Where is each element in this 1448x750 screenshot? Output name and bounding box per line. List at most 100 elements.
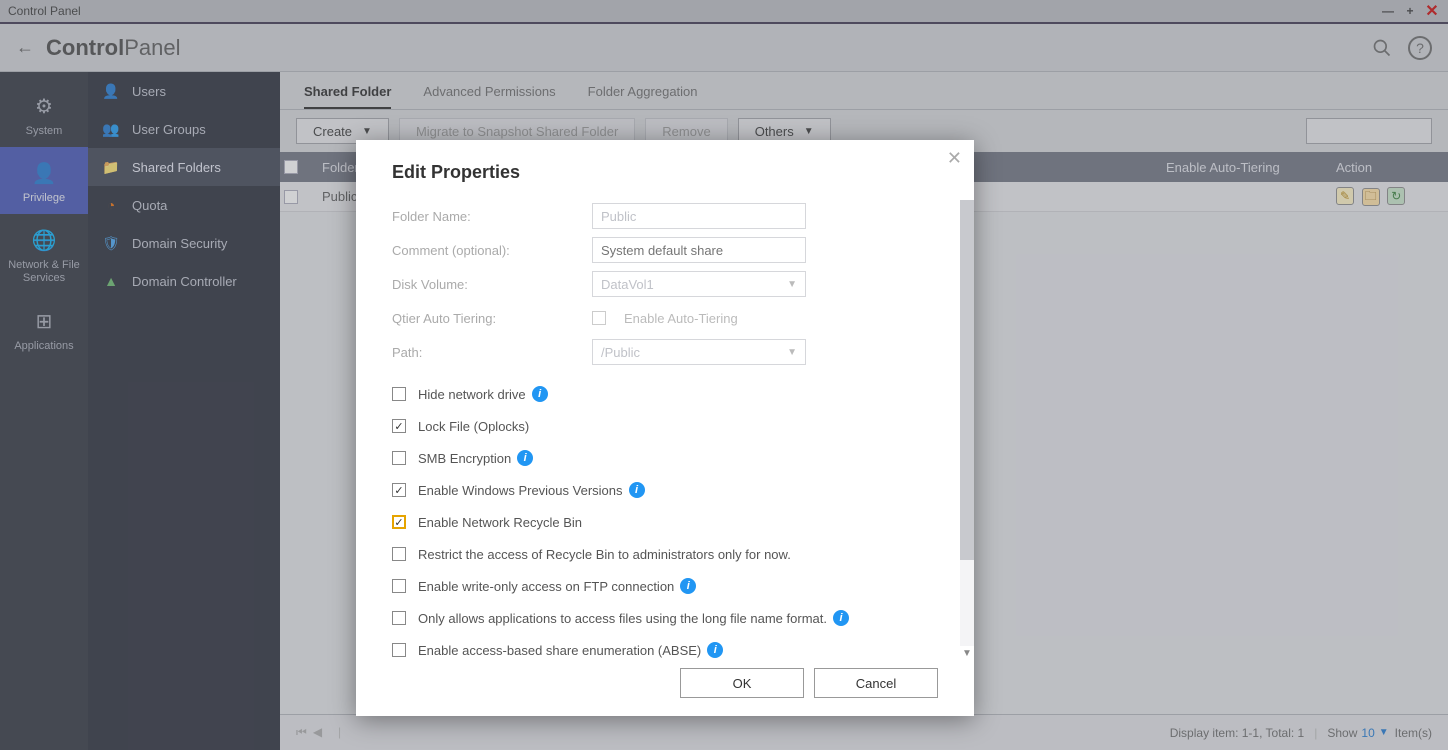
- rail-system[interactable]: ⚙ System: [0, 80, 88, 147]
- disk-volume-select[interactable]: DataVol1 ▼: [592, 271, 806, 297]
- path-select[interactable]: /Public ▼: [592, 339, 806, 365]
- option-checkbox[interactable]: [392, 419, 406, 433]
- close-window-button[interactable]: ✕: [1424, 3, 1440, 19]
- back-arrow-icon[interactable]: ←: [16, 37, 34, 58]
- search-input[interactable]: [1307, 119, 1448, 143]
- dialog-close-icon[interactable]: ✕: [947, 148, 962, 169]
- permissions-icon[interactable]: 🗀: [1362, 188, 1380, 206]
- sidebar-item-label: Users: [132, 84, 166, 99]
- select-all-checkbox[interactable]: [284, 160, 298, 174]
- pager: ⏮ ◀ | Display item: 1-1, Total: 1 | Show…: [280, 714, 1448, 750]
- chevron-down-icon: ▼: [787, 347, 797, 358]
- option-label: SMB Encryption: [418, 451, 511, 466]
- ok-button[interactable]: OK: [680, 668, 804, 698]
- rail-applications[interactable]: ⊞ Applications: [0, 295, 88, 362]
- pager-nav: ⏮ ◀ |: [296, 725, 351, 740]
- pager-first-icon[interactable]: ⏮: [296, 725, 307, 740]
- chevron-down-icon: ▼: [362, 126, 372, 137]
- tab-shared-folder[interactable]: Shared Folder: [304, 84, 391, 109]
- col-header-tiering[interactable]: Enable Auto-Tiering: [1158, 160, 1328, 175]
- enable-tiering-checkbox[interactable]: [592, 311, 606, 325]
- rail-label: Privilege: [23, 192, 65, 204]
- option-label: Only allows applications to access files…: [418, 611, 827, 626]
- option-checkbox[interactable]: [392, 643, 406, 657]
- globe-icon: 🌐: [32, 228, 57, 253]
- sidebar-item-users[interactable]: 👤 Users: [88, 72, 280, 110]
- pager-prev-icon[interactable]: ◀: [313, 725, 322, 740]
- app-header: ← ControlPanel ?: [0, 22, 1448, 72]
- dialog-body: Folder Name: Comment (optional): Disk Vo…: [356, 189, 974, 660]
- info-icon[interactable]: i: [680, 578, 696, 594]
- edit-icon[interactable]: ✎: [1336, 187, 1354, 205]
- header-search-icon[interactable]: [1370, 36, 1394, 60]
- dialog-footer: OK Cancel: [356, 660, 974, 716]
- label-qtier: Qtier Auto Tiering:: [392, 311, 592, 326]
- sidebar-item-domain-controller[interactable]: ▲ Domain Controller: [88, 262, 280, 300]
- row-actions: ✎ 🗀 ↻: [1328, 187, 1448, 207]
- sidebar-item-domain-security[interactable]: 🛡 Domain Security: [88, 224, 280, 262]
- domain-controller-icon: ▲: [102, 272, 120, 290]
- refresh-icon[interactable]: ↻: [1387, 187, 1405, 205]
- option-row: Enable Windows Previous Versions i: [392, 475, 938, 505]
- sidebar-item-label: Shared Folders: [132, 160, 221, 175]
- sidebar-item-user-groups[interactable]: 👥 User Groups: [88, 110, 280, 148]
- info-icon[interactable]: i: [532, 386, 548, 402]
- option-checkbox[interactable]: [392, 611, 406, 625]
- tab-advanced-permissions[interactable]: Advanced Permissions: [423, 84, 555, 109]
- label-path: Path:: [392, 345, 592, 360]
- row-checkbox[interactable]: [284, 190, 298, 204]
- col-header-action: Action: [1328, 160, 1448, 175]
- pager-count[interactable]: 10: [1361, 726, 1374, 740]
- app-title-bold: Control: [46, 35, 124, 60]
- page-title: ControlPanel: [46, 35, 180, 61]
- comment-input[interactable]: [592, 237, 806, 263]
- chevron-down-icon: ▼: [787, 279, 797, 290]
- help-icon[interactable]: ?: [1408, 36, 1432, 60]
- option-row: Hide network drivei: [392, 379, 938, 409]
- enable-tiering-label: Enable Auto-Tiering: [624, 311, 738, 326]
- option-label: Lock File (Oplocks): [418, 419, 529, 434]
- rail-label: System: [26, 125, 63, 137]
- folder-icon: 📁: [102, 158, 120, 176]
- option-row: Enable Network Recycle Bin: [392, 507, 938, 537]
- maximize-button[interactable]: +: [1402, 3, 1418, 19]
- user-icon: 👤: [102, 82, 120, 100]
- gear-icon: ⚙: [35, 94, 53, 119]
- option-label: Enable write-only access on FTP connecti…: [418, 579, 674, 594]
- info-icon[interactable]: i: [707, 642, 723, 658]
- rail-network-file-services[interactable]: 🌐 Network & File Services: [0, 214, 88, 295]
- option-checkbox[interactable]: [392, 387, 406, 401]
- window-title: Control Panel: [8, 4, 81, 18]
- cancel-button[interactable]: Cancel: [814, 668, 938, 698]
- rail-privilege[interactable]: 👤 Privilege: [0, 147, 88, 214]
- tab-folder-aggregation[interactable]: Folder Aggregation: [588, 84, 698, 109]
- rail-label: Applications: [14, 340, 73, 352]
- titlebar: Control Panel — + ✕: [0, 0, 1448, 22]
- option-checkbox[interactable]: [392, 579, 406, 593]
- option-checkbox[interactable]: [392, 483, 406, 497]
- dialog-title: Edit Properties: [356, 140, 974, 189]
- option-label: Enable Network Recycle Bin: [418, 515, 582, 530]
- folder-name-input[interactable]: [592, 203, 806, 229]
- option-label: Enable access-based share enumeration (A…: [418, 643, 701, 658]
- sidebar-item-label: Domain Security: [132, 236, 227, 251]
- option-row: SMB Encryption i: [392, 443, 938, 473]
- chevron-down-icon[interactable]: ▼: [1379, 727, 1389, 738]
- edit-properties-dialog: ✕ Edit Properties ▼ Folder Name: Comment…: [356, 140, 974, 716]
- create-label: Create: [313, 124, 352, 139]
- info-icon[interactable]: i: [833, 610, 849, 626]
- minimize-button[interactable]: —: [1380, 3, 1396, 19]
- option-row: Lock File (Oplocks): [392, 411, 938, 441]
- info-icon[interactable]: i: [517, 450, 533, 466]
- option-checkbox[interactable]: [392, 547, 406, 561]
- option-label: Restrict the access of Recycle Bin to ad…: [418, 547, 791, 562]
- option-checkbox[interactable]: [392, 515, 406, 529]
- option-label: Enable Windows Previous Versions: [418, 483, 623, 498]
- pager-show-label: Show: [1327, 726, 1357, 740]
- apps-icon: ⊞: [36, 309, 53, 334]
- option-checkbox[interactable]: [392, 451, 406, 465]
- sidebar-item-quota[interactable]: ◔ Quota: [88, 186, 280, 224]
- option-row: Restrict the access of Recycle Bin to ad…: [392, 539, 938, 569]
- sidebar-item-shared-folders[interactable]: 📁 Shared Folders: [88, 148, 280, 186]
- info-icon[interactable]: i: [629, 482, 645, 498]
